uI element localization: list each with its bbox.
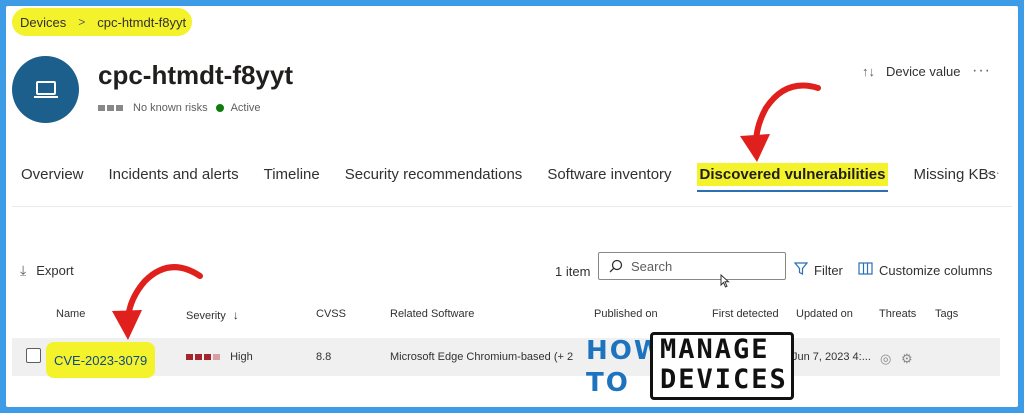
filter-icon [793,262,809,278]
tab-bar: Overview Incidents and alerts Timeline S… [21,156,1018,192]
device-page: Devices > cpc-htmdt-f8yyt cpc-htmdt-f8yy… [6,6,1018,407]
risk-level-bar [107,105,114,111]
cve-name-link[interactable]: CVE-2023-3079 [46,342,156,378]
status-dot-icon [215,104,224,112]
customize-columns-label: Customize columns [879,262,993,278]
breadcrumb-current: cpc-htmdt-f8yyt [97,14,187,30]
export-label: Export [36,263,74,278]
cvss-cell: 8.8 [316,351,332,363]
severity-bar [204,354,211,360]
tab-software-inventory[interactable]: Software inventory [547,163,671,186]
tab-timeline[interactable]: Timeline [264,163,320,186]
tab-security-recommendations[interactable]: Security recommendations [345,163,523,186]
row-checkbox[interactable] [26,348,41,363]
chevron-right-icon: > [78,15,86,29]
risk-level-bar [116,105,123,111]
more-actions-icon[interactable]: ··· [972,62,991,80]
export-button[interactable]: ⤓ Export [20,262,74,279]
columns-icon [858,262,873,278]
device-value-button[interactable]: ↑↓ Device value [862,64,960,79]
tab-incidents-and-alerts[interactable]: Incidents and alerts [109,163,239,186]
risk-label: No known risks [133,102,208,114]
tab-missing-kbs[interactable]: Missing KBs [913,163,996,186]
page-title: cpc-htmdt-f8yyt [98,60,294,90]
exploit-icon: ◎ [880,351,892,366]
item-count: 1 item [555,264,591,279]
download-icon: ⤓ [20,262,27,278]
customize-columns-button[interactable]: Customize columns [858,262,992,278]
column-header-related-software[interactable]: Related Software [390,308,474,320]
divider [12,206,1012,207]
column-header-published-on[interactable]: Published on [594,308,658,320]
severity-bar [186,354,193,360]
column-header-name[interactable]: Name [56,308,85,320]
breadcrumb-devices-link[interactable]: Devices [20,15,66,30]
column-header-threats[interactable]: Threats [879,308,916,320]
column-header-cvss[interactable]: CVSS [316,308,346,320]
mouse-cursor-icon [720,274,730,288]
breadcrumb: Devices > cpc-htmdt-f8yyt [12,8,193,36]
severity-bar [213,354,220,360]
device-value-label: Device value [886,64,961,79]
severity-cell: High [186,351,253,363]
device-risk-status: No known risks Active [98,102,261,114]
column-header-first-detected[interactable]: First detected [712,308,779,320]
annotation-arrow-icon [112,264,203,340]
watermark-logo: HOW TO MANAGE DEVICES [582,328,802,406]
threat-icons: ◎ ⚙ [880,351,913,367]
watermark-devices: DEVICES [660,364,788,395]
tab-overview[interactable]: Overview [21,163,84,186]
severity-label: High [230,351,253,363]
severity-bar [195,354,202,360]
related-software-cell: Microsoft Edge Chromium-based (+ 2 [390,351,574,363]
column-header-updated-on[interactable]: Updated on [796,308,853,320]
column-header-tags[interactable]: Tags [935,308,958,320]
status-label: Active [230,102,261,114]
bug-icon: ⚙ [900,351,913,366]
annotation-arrow-icon [740,82,821,162]
search-box[interactable] [598,252,786,280]
filter-label: Filter [814,262,843,278]
watermark-manage: MANAGE [660,334,770,365]
sort-down-icon: ↓ [232,308,239,322]
watermark-to: TO [586,368,630,398]
updated-on-cell: Jun 7, 2023 4:... [792,351,871,363]
sort-icon: ↑↓ [862,64,875,79]
search-input[interactable] [631,258,771,274]
search-icon [609,259,623,273]
laptop-icon [12,56,79,123]
risk-level-bar [98,105,105,111]
filter-button[interactable]: Filter [793,262,843,278]
tabs-overflow-icon[interactable]: ··· [986,164,1000,180]
